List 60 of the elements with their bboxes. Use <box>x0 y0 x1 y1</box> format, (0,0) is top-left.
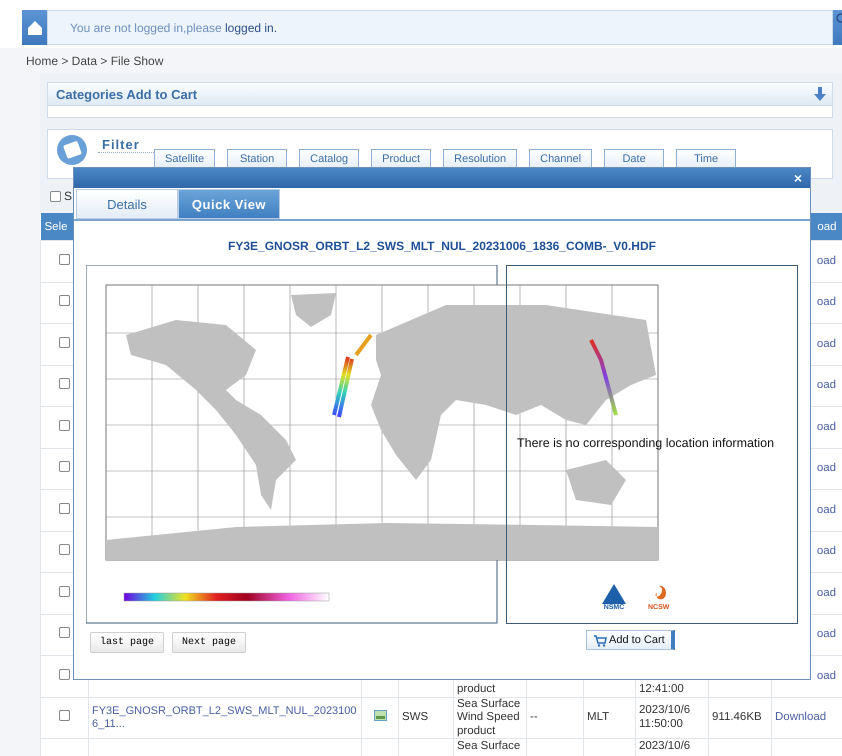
table-cell: MLT <box>587 711 610 723</box>
download-link[interactable]: oad <box>816 504 836 516</box>
row-checkbox[interactable] <box>59 254 70 264</box>
filter-button[interactable]: Station <box>227 149 288 168</box>
image-icon[interactable] <box>374 710 386 721</box>
login-link[interactable]: logged in. <box>225 20 278 34</box>
filter-button[interactable]: Catalog <box>299 149 360 168</box>
table-cell: product <box>457 683 496 695</box>
download-link[interactable]: oad <box>816 254 836 266</box>
column-header: oad <box>817 220 836 232</box>
table-cell: -- <box>530 711 538 723</box>
table-cell: Sea Surface <box>457 740 520 752</box>
download-link[interactable]: oad <box>816 545 836 557</box>
panel-title: Categories Add to Cart <box>56 86 198 102</box>
row-checkbox[interactable] <box>59 668 70 680</box>
table-cell: 911.46KB <box>712 711 762 723</box>
filter-button[interactable]: Channel <box>529 149 592 168</box>
row-checkbox[interactable] <box>59 378 70 389</box>
column-header: Sele <box>44 220 68 232</box>
add-to-cart-button[interactable]: Add to Cart <box>586 630 675 650</box>
breadcrumb: Home > Data > File Show <box>26 54 164 68</box>
tab[interactable]: Quick View <box>178 189 280 219</box>
row-checkbox[interactable] <box>59 461 70 472</box>
row-checkbox[interactable] <box>59 295 70 306</box>
table-cell: Sea Surface Wind Speed product <box>457 698 520 736</box>
select-all-checkbox[interactable] <box>50 190 61 202</box>
filter-button[interactable]: Date <box>604 149 664 168</box>
table-cell: 2023/10/6 11:50:00 <box>639 704 690 730</box>
table-cell: SWS <box>402 711 428 723</box>
row-checkbox[interactable] <box>59 586 70 596</box>
row-checkbox[interactable] <box>59 336 70 348</box>
filter-button[interactable]: Satellite <box>154 149 216 168</box>
filter-button[interactable]: Resolution <box>443 149 518 168</box>
row-checkbox[interactable] <box>59 502 70 514</box>
row-checkbox[interactable] <box>59 627 70 638</box>
table-cell: 2023/10/6 <box>639 740 690 752</box>
pager-button[interactable]: Next page <box>172 632 246 653</box>
cart-icon <box>593 633 608 647</box>
download-link[interactable]: oad <box>816 462 836 474</box>
row-checkbox[interactable] <box>59 544 70 555</box>
select-all-label: S <box>64 189 72 203</box>
filter-button[interactable]: Product <box>371 149 432 168</box>
download-link[interactable]: oad <box>816 379 836 391</box>
row-checkbox[interactable] <box>59 710 70 721</box>
download-link[interactable]: oad <box>816 586 836 598</box>
download-link[interactable]: oad <box>816 420 836 432</box>
triangle-logo-icon <box>602 584 626 604</box>
row-checkbox[interactable] <box>59 420 70 430</box>
download-link[interactable]: oad <box>816 338 836 350</box>
download-link[interactable]: oad <box>816 628 836 640</box>
file-title: FY3E_GNOSR_ORBT_L2_SWS_MLT_NUL_20231006_1836_COMB-_V0.HDF <box>228 239 656 253</box>
pager-button[interactable]: last page <box>90 632 164 653</box>
download-link[interactable]: oad <box>816 296 836 308</box>
down-arrow-icon[interactable] <box>814 87 826 101</box>
tab[interactable]: Details <box>76 189 178 219</box>
download-link[interactable]: oad <box>816 670 836 682</box>
table-cell: 12:41:00 <box>639 683 684 695</box>
filter-icon <box>54 132 90 168</box>
login-notice: You are not logged in,please logged in. <box>47 10 833 45</box>
filter-button[interactable]: Time <box>676 149 736 168</box>
